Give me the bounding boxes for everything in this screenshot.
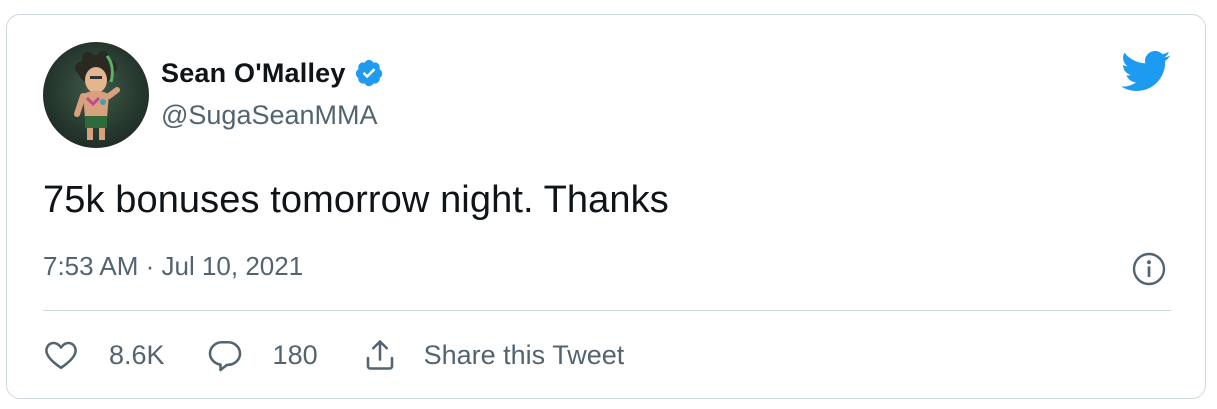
share-button[interactable]: Share this Tweet [362, 337, 625, 373]
verified-badge-icon [355, 59, 382, 87]
share-label: Share this Tweet [423, 339, 625, 370]
like-button[interactable]: 8.6K [43, 337, 165, 373]
divider [43, 310, 1171, 311]
heart-icon [45, 341, 77, 370]
tweet-timestamp[interactable]: 7:53 AM · Jul 10, 2021 [43, 251, 303, 282]
like-count: 8.6K [109, 339, 165, 370]
reply-count: 180 [272, 339, 318, 370]
share-icon [366, 340, 393, 370]
reply-bubble-icon [208, 340, 241, 372]
twitter-bird-icon[interactable] [1119, 49, 1171, 93]
info-icon[interactable] [1131, 251, 1167, 287]
author-name[interactable]: Sean O'Malley [161, 58, 346, 89]
reply-button[interactable]: 180 [207, 337, 318, 373]
tweet-text: 75k bonuses tomorrow night. Thanks [43, 179, 669, 221]
tweet-card[interactable]: Sean O'Malley @SugaSeanMMA 75k bonuses t… [6, 14, 1206, 399]
author-name-row[interactable]: Sean O'Malley [161, 56, 384, 90]
avatar[interactable] [43, 42, 149, 148]
action-bar: 8.6K 180 Share this Tweet [43, 333, 624, 377]
author-handle[interactable]: @SugaSeanMMA [161, 100, 378, 131]
